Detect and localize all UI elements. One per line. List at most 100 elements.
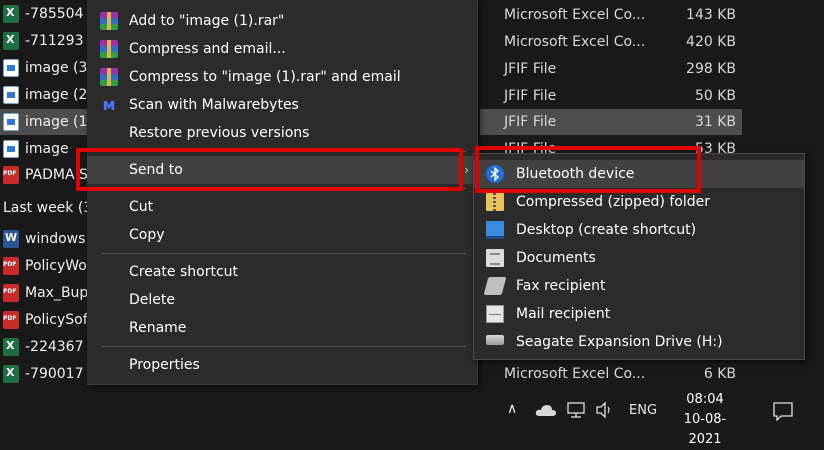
winrar-icon bbox=[100, 40, 118, 58]
file-name: PolicyWo bbox=[25, 258, 87, 274]
excel-icon bbox=[3, 338, 19, 356]
file-row[interactable]: PolicySof bbox=[0, 307, 90, 333]
menu-item-scan-malwarebytes[interactable]: ᴍ Scan with Malwarebytes bbox=[87, 91, 477, 119]
clock-date: 10-08-2021 bbox=[683, 412, 727, 447]
image-icon bbox=[3, 140, 19, 158]
notification-center-icon[interactable] bbox=[773, 401, 793, 425]
pdf-icon bbox=[3, 311, 19, 329]
menu-item-label: Compress and email... bbox=[129, 41, 286, 57]
zip-folder-icon bbox=[486, 193, 504, 211]
language-indicator[interactable]: ENG bbox=[629, 403, 657, 418]
file-row[interactable]: -790017 bbox=[0, 361, 90, 387]
menu-item-label: Copy bbox=[129, 227, 165, 243]
file-row[interactable]: image (2) bbox=[0, 82, 90, 108]
pdf-icon bbox=[3, 166, 19, 184]
clock-time: 08:04 bbox=[686, 392, 724, 407]
menu-separator bbox=[101, 151, 466, 152]
excel-icon bbox=[3, 32, 19, 50]
menu-item-copy[interactable]: Copy bbox=[87, 221, 477, 249]
file-row[interactable]: Max_Bup bbox=[0, 280, 90, 306]
file-details-row[interactable]: JFIF File 50 KB bbox=[480, 83, 742, 109]
submenu-item-desktop[interactable]: Desktop (create shortcut) bbox=[474, 216, 804, 244]
file-row[interactable]: image (3) bbox=[0, 55, 90, 81]
submenu-item-documents[interactable]: Documents bbox=[474, 244, 804, 272]
file-size: 6 KB bbox=[703, 366, 736, 382]
menu-item-compress-and-email[interactable]: Compress and email... bbox=[87, 35, 477, 63]
menu-item-compress-to-rar-and-email[interactable]: Compress to "image (1).rar" and email bbox=[87, 63, 477, 91]
file-details-row[interactable]: JFIF File 298 KB bbox=[480, 56, 742, 82]
image-icon bbox=[3, 113, 19, 131]
image-icon bbox=[3, 59, 19, 77]
file-row[interactable]: -224367 bbox=[0, 334, 90, 360]
file-row[interactable]: PolicyWo bbox=[0, 253, 90, 279]
group-header-last-week[interactable]: Last week (36) bbox=[0, 195, 90, 221]
file-row[interactable]: -785504 bbox=[0, 1, 90, 27]
menu-item-properties[interactable]: Properties bbox=[87, 351, 477, 379]
file-name: -224367 bbox=[25, 339, 84, 355]
file-row[interactable]: PADMA S bbox=[0, 162, 90, 188]
submenu-item-label: Seagate Expansion Drive (H:) bbox=[516, 334, 723, 350]
file-row[interactable]: windows bbox=[0, 226, 90, 252]
submenu-item-mail-recipient[interactable]: Mail recipient bbox=[474, 300, 804, 328]
menu-item-send-to[interactable]: Send to › bbox=[87, 156, 477, 184]
tray-overflow-chevron-icon[interactable]: ∧ bbox=[507, 401, 517, 417]
file-details-row[interactable]: Microsoft Excel Co... 420 KB bbox=[480, 29, 742, 55]
file-details-row[interactable]: Microsoft Excel Co... 6 KB bbox=[480, 361, 742, 387]
menu-item-label: Create shortcut bbox=[129, 264, 239, 280]
file-size: 50 KB bbox=[694, 88, 736, 104]
excel-icon bbox=[3, 365, 19, 383]
speaker-volume-icon[interactable] bbox=[595, 401, 613, 422]
menu-item-label: Send to bbox=[129, 162, 183, 178]
file-size: 31 KB bbox=[694, 114, 736, 130]
file-name: windows bbox=[25, 231, 86, 247]
word-icon bbox=[3, 230, 19, 248]
submenu-item-compressed-folder[interactable]: Compressed (zipped) folder bbox=[474, 188, 804, 216]
file-row[interactable]: image bbox=[0, 136, 90, 162]
bluetooth-icon bbox=[486, 165, 504, 183]
file-details-row-selected[interactable]: JFIF File 31 KB bbox=[480, 109, 742, 135]
desktop-icon bbox=[486, 221, 504, 239]
menu-item-cut[interactable]: Cut bbox=[87, 193, 477, 221]
file-type: Microsoft Excel Co... bbox=[504, 366, 646, 382]
menu-item-label: Rename bbox=[129, 320, 187, 336]
network-icon[interactable] bbox=[566, 402, 586, 422]
menu-separator bbox=[101, 346, 466, 347]
menu-item-create-shortcut[interactable]: Create shortcut bbox=[87, 258, 477, 286]
file-type: JFIF File bbox=[504, 61, 557, 77]
file-name: image (3) bbox=[25, 60, 90, 76]
mail-icon bbox=[486, 305, 504, 323]
file-type: JFIF File bbox=[504, 88, 557, 104]
submenu-item-seagate-drive[interactable]: Seagate Expansion Drive (H:) bbox=[474, 328, 804, 356]
menu-item-add-to-rar[interactable]: Add to "image (1).rar" bbox=[87, 7, 477, 35]
file-name: PolicySof bbox=[25, 312, 88, 328]
drive-icon bbox=[486, 335, 504, 345]
file-size: 143 KB bbox=[686, 7, 736, 23]
clock[interactable]: 08:04 10-08-2021 bbox=[672, 390, 738, 450]
submenu-item-label: Desktop (create shortcut) bbox=[516, 222, 697, 238]
file-type: JFIF File bbox=[504, 114, 557, 130]
submenu-item-fax-recipient[interactable]: Fax recipient bbox=[474, 272, 804, 300]
file-name: -711293 bbox=[25, 33, 84, 49]
taskbar: ∧ ENG 08:04 10-08-2021 bbox=[0, 392, 824, 447]
submenu-item-bluetooth-device[interactable]: Bluetooth device bbox=[474, 160, 804, 188]
menu-item-label: Compress to "image (1).rar" and email bbox=[129, 69, 401, 85]
onedrive-cloud-icon[interactable] bbox=[535, 403, 557, 421]
winrar-icon bbox=[100, 12, 118, 30]
file-type: Microsoft Excel Co... bbox=[504, 34, 646, 50]
file-name: PADMA S bbox=[25, 167, 88, 183]
winrar-icon bbox=[100, 68, 118, 86]
menu-item-rename[interactable]: Rename bbox=[87, 314, 477, 342]
file-details-row[interactable]: Microsoft Excel Co... 143 KB bbox=[480, 2, 742, 28]
menu-item-label: Cut bbox=[129, 199, 154, 215]
file-row-selected[interactable]: image (1) bbox=[0, 109, 90, 135]
submenu-item-label: Mail recipient bbox=[516, 306, 611, 322]
file-name: Max_Bup bbox=[25, 285, 89, 301]
menu-separator bbox=[101, 253, 466, 254]
menu-item-delete[interactable]: Delete bbox=[87, 286, 477, 314]
file-name: -785504 bbox=[25, 6, 84, 22]
menu-item-restore-previous-versions[interactable]: Restore previous versions bbox=[87, 119, 477, 147]
menu-item-label: Delete bbox=[129, 292, 175, 308]
image-icon bbox=[3, 86, 19, 104]
file-row[interactable]: -711293 bbox=[0, 28, 90, 54]
file-name: -790017 bbox=[25, 366, 84, 382]
